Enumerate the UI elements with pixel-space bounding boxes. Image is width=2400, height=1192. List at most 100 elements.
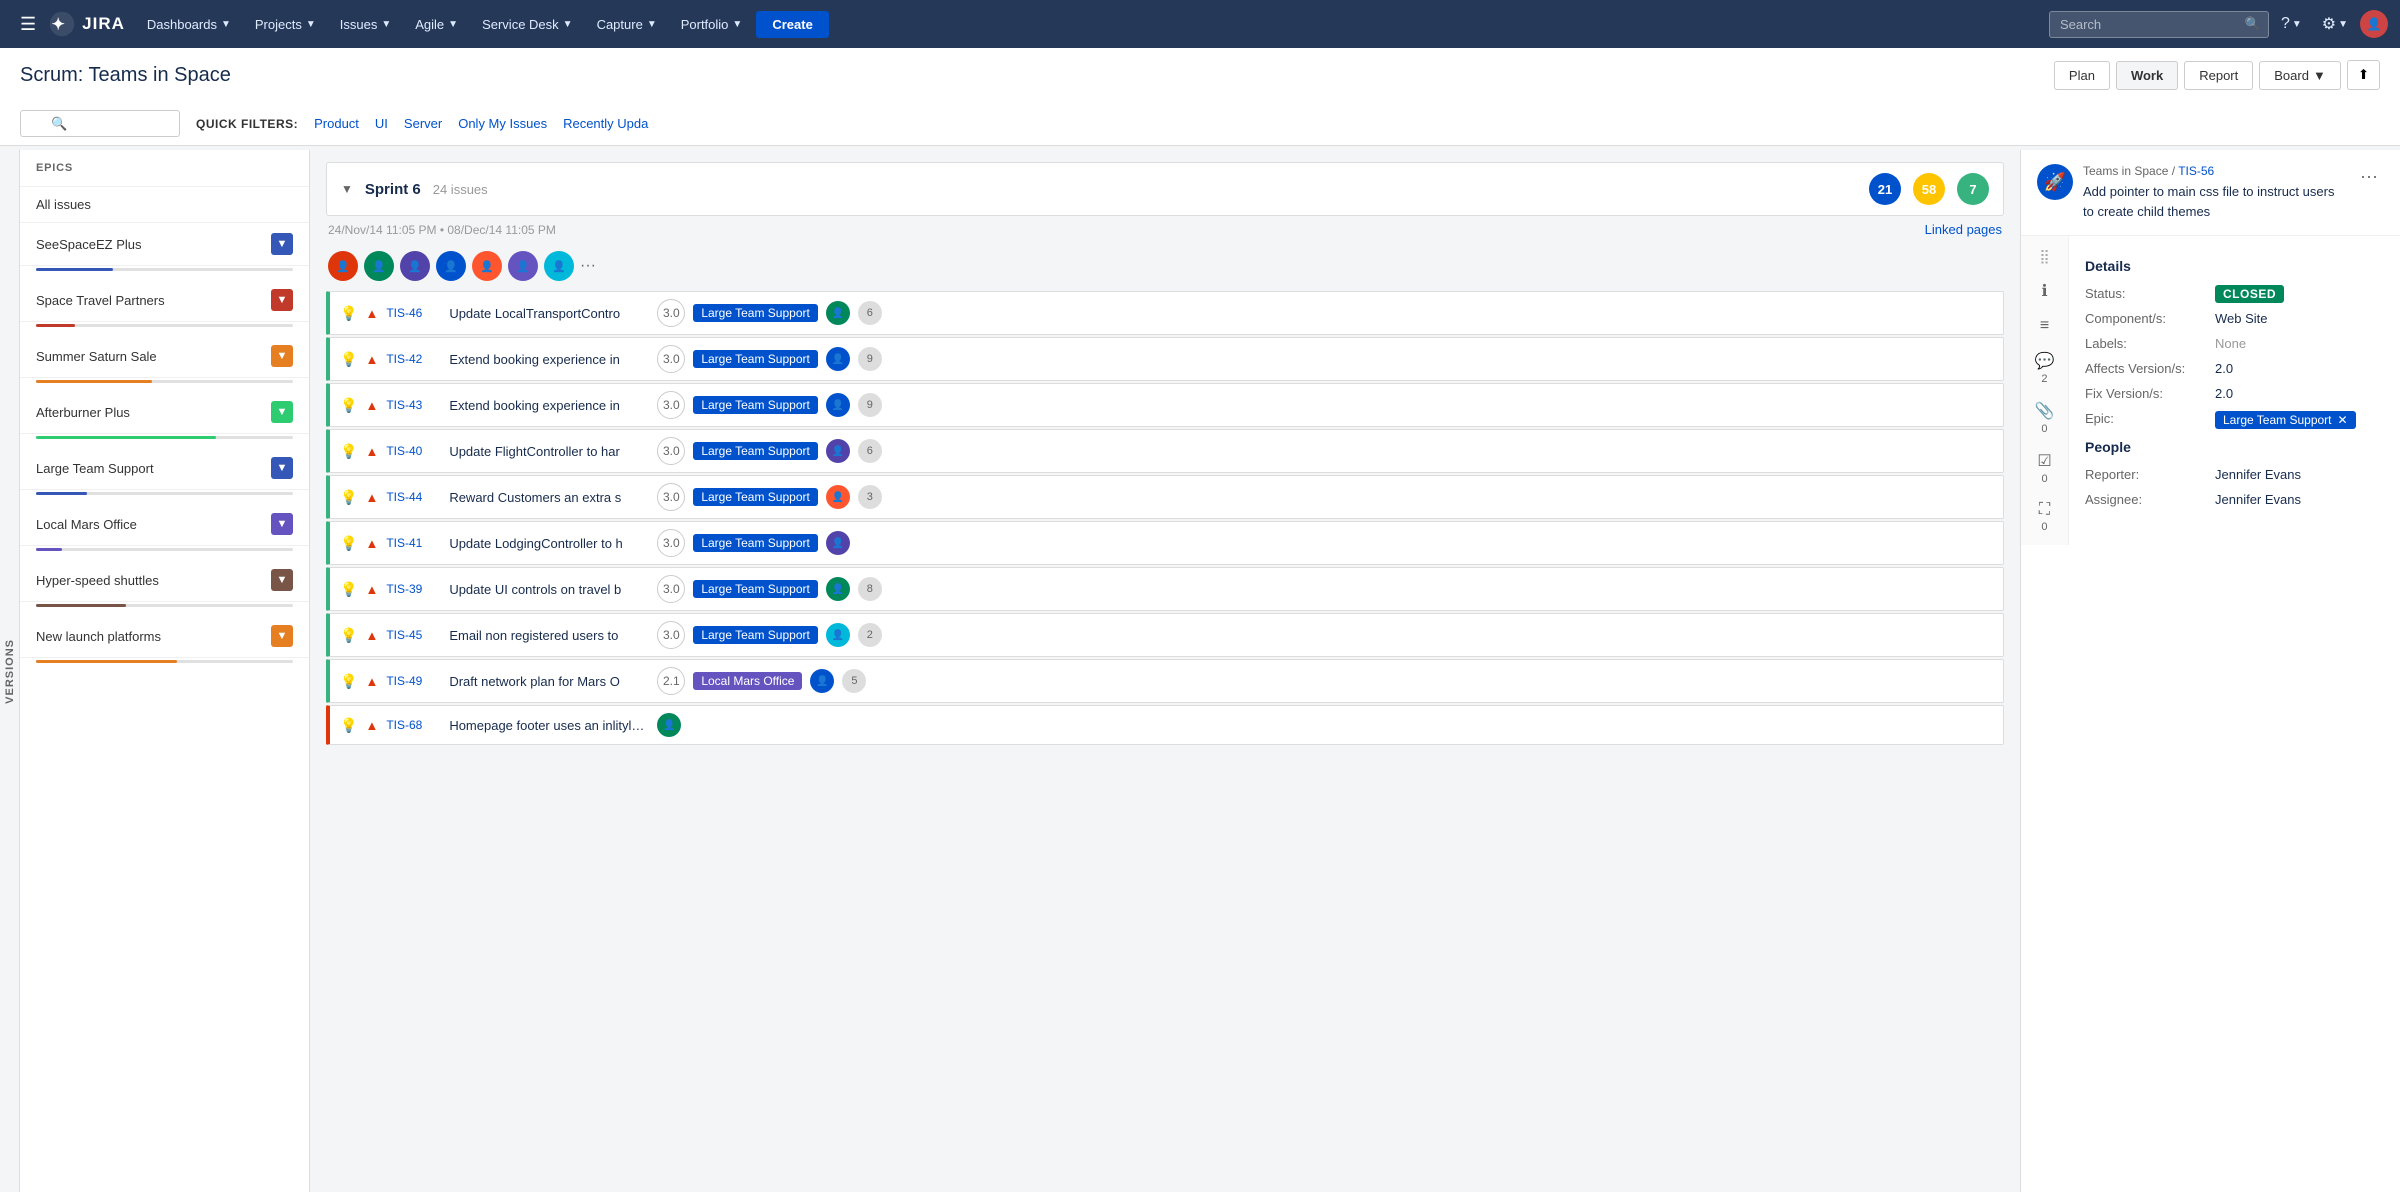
epic-dropdown-0[interactable]: ▼ bbox=[271, 233, 293, 255]
epic-group-4: Large Team Support ▼ bbox=[20, 447, 309, 503]
info-icon-item[interactable]: ℹ bbox=[2041, 281, 2047, 301]
issue-key-9[interactable]: TIS-68 bbox=[386, 718, 441, 732]
nav-portfolio[interactable]: Portfolio ▼ bbox=[671, 13, 753, 36]
issue-row-2[interactable]: 💡 ▲ TIS-43 Extend booking experience in … bbox=[326, 383, 2004, 427]
filter-my-issues[interactable]: Only My Issues bbox=[458, 116, 547, 131]
sprint-name: Sprint 6 bbox=[365, 181, 421, 198]
issue-points-7: 3.0 bbox=[657, 621, 685, 649]
issue-row-6[interactable]: 💡 ▲ TIS-39 Update UI controls on travel … bbox=[326, 567, 2004, 611]
fix-label: Fix Version/s: bbox=[2085, 386, 2215, 401]
detail-breadcrumb: Teams in Space / TIS-56 bbox=[2083, 164, 2344, 178]
work-button[interactable]: Work bbox=[2116, 61, 2178, 90]
sprint-avatar-1: 👤 bbox=[328, 251, 358, 281]
issue-row-1[interactable]: 💡 ▲ TIS-42 Extend booking experience in … bbox=[326, 337, 2004, 381]
epic-dropdown-3[interactable]: ▼ bbox=[271, 401, 293, 423]
filter-search-input[interactable] bbox=[20, 110, 180, 137]
sprint-badge-blue: 21 bbox=[1869, 173, 1901, 205]
issues-list: 💡 ▲ TIS-46 Update LocalTransportContro 3… bbox=[326, 291, 2004, 745]
create-button[interactable]: Create bbox=[756, 11, 828, 38]
nav-dashboards[interactable]: Dashboards ▼ bbox=[137, 13, 241, 36]
detail-more-button[interactable]: ··· bbox=[2354, 164, 2384, 189]
description-icon-item[interactable]: ≡ bbox=[2040, 317, 2049, 335]
settings-button[interactable]: ⚙ ▼ bbox=[2314, 10, 2356, 38]
sprint-avatar-6: 👤 bbox=[508, 251, 538, 281]
epic-name-2: Summer Saturn Sale bbox=[36, 349, 271, 364]
collapse-button[interactable]: ⬆ bbox=[2347, 60, 2380, 90]
comment-icon-item[interactable]: 💬 2 bbox=[2035, 351, 2055, 385]
help-button[interactable]: ? ▼ bbox=[2273, 11, 2310, 37]
plan-button[interactable]: Plan bbox=[2054, 61, 2110, 90]
nav-issues[interactable]: Issues ▼ bbox=[330, 13, 401, 36]
nav-issues-arrow: ▼ bbox=[381, 19, 391, 30]
versions-tab[interactable]: VERSIONS bbox=[0, 150, 20, 1192]
issue-key-8[interactable]: TIS-49 bbox=[386, 674, 441, 688]
board-button[interactable]: Board ▼ bbox=[2259, 61, 2341, 90]
issue-count-3: 6 bbox=[858, 439, 882, 463]
attachment-icon-item[interactable]: 📎 0 bbox=[2035, 401, 2055, 435]
expand-icon-item[interactable]: ⛶ 0 bbox=[2039, 501, 2050, 533]
epic-item-0[interactable]: SeeSpaceEZ Plus ▼ bbox=[20, 223, 309, 266]
epic-item-all[interactable]: All issues bbox=[20, 187, 309, 223]
issue-icon-8: 💡 bbox=[340, 673, 357, 690]
nav-capture[interactable]: Capture ▼ bbox=[587, 13, 667, 36]
issue-key-3[interactable]: TIS-40 bbox=[386, 444, 441, 458]
epic-group-7: New launch platforms ▼ bbox=[20, 615, 309, 671]
issue-key-4[interactable]: TIS-44 bbox=[386, 490, 441, 504]
epic-item-5[interactable]: Local Mars Office ▼ bbox=[20, 503, 309, 546]
issue-row-5[interactable]: 💡 ▲ TIS-41 Update LodgingController to h… bbox=[326, 521, 2004, 565]
issue-key-6[interactable]: TIS-39 bbox=[386, 582, 441, 596]
epics-sidebar: EPICS All issues SeeSpaceEZ Plus ▼ Space… bbox=[20, 150, 310, 1192]
nav-service-desk[interactable]: Service Desk ▼ bbox=[472, 13, 582, 36]
epic-dropdown-4[interactable]: ▼ bbox=[271, 457, 293, 479]
epic-dropdown-5[interactable]: ▼ bbox=[271, 513, 293, 535]
checklist-icon-item[interactable]: ☑ 0 bbox=[2037, 451, 2051, 485]
filter-recently-updated[interactable]: Recently Upda bbox=[563, 116, 648, 131]
sprint-dates: 24/Nov/14 11:05 PM • 08/Dec/14 11:05 PM … bbox=[326, 222, 2004, 237]
epic-item-6[interactable]: Hyper-speed shuttles ▼ bbox=[20, 559, 309, 602]
epic-item-7[interactable]: New launch platforms ▼ bbox=[20, 615, 309, 658]
issue-row-4[interactable]: 💡 ▲ TIS-44 Reward Customers an extra s 3… bbox=[326, 475, 2004, 519]
issue-epic-4: Large Team Support bbox=[693, 488, 818, 506]
issue-row-7[interactable]: 💡 ▲ TIS-45 Email non registered users to… bbox=[326, 613, 2004, 657]
filter-ui[interactable]: UI bbox=[375, 116, 388, 131]
sprint-toggle[interactable]: ▼ bbox=[341, 182, 353, 196]
epic-name-3: Afterburner Plus bbox=[36, 405, 271, 420]
issue-key-5[interactable]: TIS-41 bbox=[386, 536, 441, 550]
epic-item-4[interactable]: Large Team Support ▼ bbox=[20, 447, 309, 490]
components-label: Component/s: bbox=[2085, 311, 2215, 326]
epic-dropdown-1[interactable]: ▼ bbox=[271, 289, 293, 311]
issue-row-9[interactable]: 💡 ▲ TIS-68 Homepage footer uses an inlit… bbox=[326, 705, 2004, 745]
epic-name-all: All issues bbox=[36, 197, 293, 212]
epic-item-2[interactable]: Summer Saturn Sale ▼ bbox=[20, 335, 309, 378]
nav-projects[interactable]: Projects ▼ bbox=[245, 13, 326, 36]
user-avatar[interactable]: 👤 bbox=[2360, 10, 2388, 38]
fix-row: Fix Version/s: 2.0 bbox=[2085, 386, 2356, 401]
issue-row-0[interactable]: 💡 ▲ TIS-46 Update LocalTransportContro 3… bbox=[326, 291, 2004, 335]
issue-key-1[interactable]: TIS-42 bbox=[386, 352, 441, 366]
issue-row-8[interactable]: 💡 ▲ TIS-49 Draft network plan for Mars O… bbox=[326, 659, 2004, 703]
issue-count-6: 8 bbox=[858, 577, 882, 601]
issue-points-4: 3.0 bbox=[657, 483, 685, 511]
epic-dropdown-2[interactable]: ▼ bbox=[271, 345, 293, 367]
issue-epic-8: Local Mars Office bbox=[693, 672, 802, 690]
epic-dropdown-7[interactable]: ▼ bbox=[271, 625, 293, 647]
nav-agile[interactable]: Agile ▼ bbox=[405, 13, 468, 36]
issue-epic-7: Large Team Support bbox=[693, 626, 818, 644]
sprint-linked-pages[interactable]: Linked pages bbox=[1925, 222, 2002, 237]
issue-row-3[interactable]: 💡 ▲ TIS-40 Update FlightController to ha… bbox=[326, 429, 2004, 473]
sprint-more[interactable]: ··· bbox=[580, 257, 596, 275]
epic-item-3[interactable]: Afterburner Plus ▼ bbox=[20, 391, 309, 434]
filter-product[interactable]: Product bbox=[314, 116, 359, 131]
filter-server[interactable]: Server bbox=[404, 116, 442, 131]
epic-item-1[interactable]: Space Travel Partners ▼ bbox=[20, 279, 309, 322]
hamburger-menu[interactable]: ☰ bbox=[12, 10, 44, 39]
issue-key-2[interactable]: TIS-43 bbox=[386, 398, 441, 412]
search-input[interactable] bbox=[2049, 11, 2269, 38]
issue-priority-2: ▲ bbox=[365, 398, 378, 413]
issue-key-7[interactable]: TIS-45 bbox=[386, 628, 441, 642]
issue-key-0[interactable]: TIS-46 bbox=[386, 306, 441, 320]
epic-remove-button[interactable]: ✕ bbox=[2338, 413, 2348, 427]
detail-issue-key-link[interactable]: TIS-56 bbox=[2178, 164, 2214, 178]
report-button[interactable]: Report bbox=[2184, 61, 2253, 90]
epic-dropdown-6[interactable]: ▼ bbox=[271, 569, 293, 591]
